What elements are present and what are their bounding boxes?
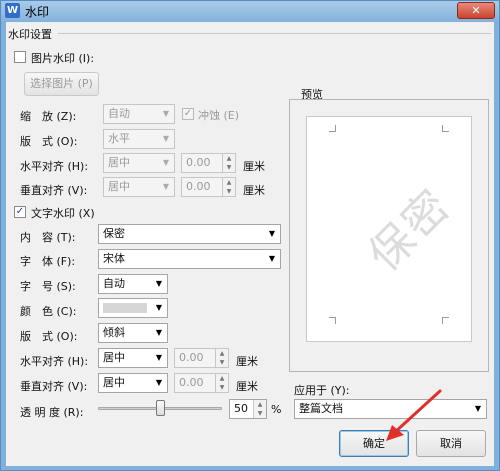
text-size-label: 字 号 (S):: [20, 280, 76, 293]
title-bar[interactable]: W 水印 ✕: [1, 1, 499, 21]
transparency-unit: %: [271, 403, 282, 416]
picture-halign-label: 水平对齐 (H):: [20, 160, 89, 173]
text-halign-label: 水平对齐 (H):: [20, 355, 89, 368]
color-swatch: [103, 303, 147, 313]
text-color-label: 颜 色 (C):: [20, 305, 77, 318]
text-layout-label: 版 式 (O):: [20, 330, 78, 343]
text-font-label: 字 体 (F):: [20, 255, 76, 268]
section-divider: [58, 33, 491, 34]
text-halign-select[interactable]: 居中 ▼: [98, 348, 168, 368]
chevron-down-icon: ▼: [162, 109, 169, 118]
text-font-select[interactable]: 宋体 ▼: [98, 249, 281, 269]
preview-watermark-text: 保密: [358, 178, 462, 282]
chevron-down-icon: ▼: [162, 182, 169, 191]
text-watermark-label: 文字水印 (X): [31, 207, 95, 220]
preview-frame: 保密: [289, 99, 489, 372]
text-size-select[interactable]: 自动 ▼: [98, 274, 168, 294]
picture-watermark-checkbox[interactable]: [14, 51, 26, 63]
watermark-dialog: W 水印 ✕ 水印设置 图片水印 (I): 选择图片 (P) 缩 放 (Z): …: [0, 0, 500, 471]
picture-scale-label: 缩 放 (Z):: [20, 110, 77, 123]
close-button[interactable]: ✕: [457, 2, 495, 19]
transparency-label: 透 明 度 (R):: [20, 406, 84, 419]
section-title: 水印设置: [8, 28, 52, 41]
margin-marker: [329, 125, 336, 132]
picture-valign-unit: 厘米: [243, 184, 265, 197]
wps-writer-icon: W: [5, 3, 20, 18]
spin-buttons[interactable]: ▲ ▼: [215, 349, 228, 367]
text-content-label: 内 容 (T):: [20, 231, 76, 244]
spin-buttons[interactable]: ▲ ▼: [222, 154, 235, 172]
text-layout-select[interactable]: 倾斜 ▼: [98, 323, 168, 343]
text-valign-unit: 厘米: [236, 380, 258, 393]
chevron-down-icon: ▼: [268, 254, 275, 263]
chevron-down-icon: ▼: [162, 134, 169, 143]
transparency-slider-thumb[interactable]: [156, 400, 165, 416]
picture-watermark-label: 图片水印 (I):: [31, 52, 95, 65]
dialog-body: 水印设置 图片水印 (I): 选择图片 (P) 缩 放 (Z): 自动 ▼ ✓ 冲…: [6, 22, 494, 466]
spin-buttons[interactable]: ▲ ▼: [215, 374, 228, 392]
washout-checkbox[interactable]: ✓: [182, 108, 194, 120]
picture-valign-offset[interactable]: 0.00 ▲ ▼: [181, 177, 236, 197]
text-valign-label: 垂直对齐 (V):: [20, 380, 88, 393]
chevron-down-icon: ▼: [155, 328, 162, 337]
chevron-down-icon: ▼: [155, 279, 162, 288]
picture-valign-select[interactable]: 居中 ▼: [103, 177, 175, 197]
margin-marker: [329, 317, 336, 324]
picture-scale-select[interactable]: 自动 ▼: [103, 104, 175, 124]
text-color-picker[interactable]: ▼: [98, 298, 168, 318]
washout-label: 冲蚀 (E): [198, 109, 240, 122]
picture-halign-offset[interactable]: 0.00 ▲ ▼: [181, 153, 236, 173]
margin-marker: [442, 125, 449, 132]
picture-layout-select[interactable]: 水平 ▼: [103, 129, 175, 149]
picture-halign-unit: 厘米: [243, 160, 265, 173]
text-halign-unit: 厘米: [236, 355, 258, 368]
dialog-title: 水印: [25, 5, 50, 19]
chevron-down-icon: ▼: [268, 229, 275, 238]
chevron-down-icon: ▼: [162, 158, 169, 167]
spin-buttons[interactable]: ▲ ▼: [253, 400, 266, 418]
chevron-down-icon: ▼: [155, 353, 162, 362]
spin-buttons[interactable]: ▲ ▼: [222, 178, 235, 196]
chevron-down-icon: ▼: [155, 303, 162, 312]
text-halign-offset[interactable]: 0.00 ▲ ▼: [174, 348, 229, 368]
annotation-arrow-icon: [386, 389, 442, 441]
text-valign-offset[interactable]: 0.00 ▲ ▼: [174, 373, 229, 393]
chevron-down-icon: ▼: [474, 404, 481, 413]
select-picture-button[interactable]: 选择图片 (P): [24, 72, 99, 96]
preview-page: 保密: [306, 116, 472, 342]
margin-marker: [442, 317, 449, 324]
chevron-down-icon: ▼: [155, 378, 162, 387]
text-content-input[interactable]: 保密 ▼: [98, 224, 281, 244]
picture-valign-label: 垂直对齐 (V):: [20, 184, 88, 197]
picture-layout-label: 版 式 (O):: [20, 135, 78, 148]
transparency-input[interactable]: 50 ▲ ▼: [229, 399, 267, 419]
picture-halign-select[interactable]: 居中 ▼: [103, 153, 175, 173]
text-watermark-checkbox[interactable]: ✓: [14, 206, 26, 218]
text-valign-select[interactable]: 居中 ▼: [98, 373, 168, 393]
apply-to-label: 应用于 (Y):: [294, 384, 350, 397]
